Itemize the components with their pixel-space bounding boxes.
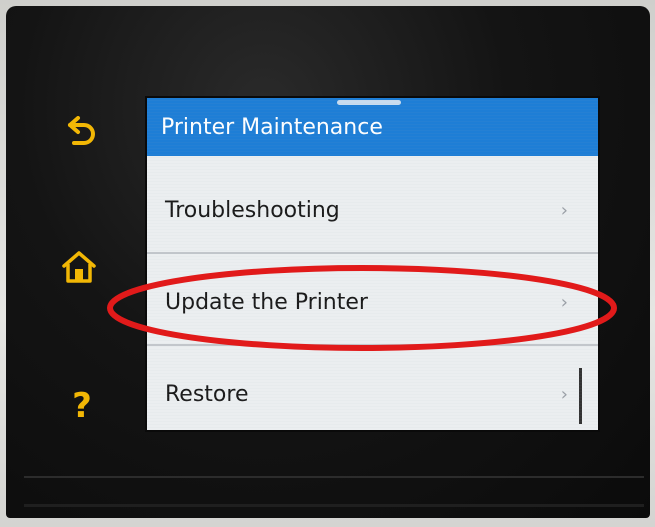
- chevron-right-icon: ›: [560, 383, 568, 405]
- back-arrow-icon: [68, 116, 95, 145]
- menu-item-label: Update the Printer: [165, 289, 368, 315]
- bezel-edge: [24, 476, 644, 507]
- touchscreen: Printer Maintenance Troubleshooting › Up…: [147, 98, 598, 430]
- title-bar: Printer Maintenance: [147, 98, 598, 156]
- menu-item-update-printer[interactable]: Update the Printer ›: [147, 258, 598, 346]
- help-button[interactable]: ?: [55, 379, 109, 433]
- menu-item-label: Troubleshooting: [165, 197, 340, 223]
- page-title: Printer Maintenance: [161, 114, 383, 140]
- chevron-right-icon: ›: [560, 199, 568, 221]
- menu-item-restore[interactable]: Restore ›: [147, 350, 598, 430]
- scrollbar[interactable]: [579, 368, 582, 424]
- home-button[interactable]: [52, 240, 106, 294]
- chevron-right-icon: ›: [560, 291, 568, 313]
- menu-item-label: Restore: [165, 381, 249, 407]
- back-button[interactable]: [54, 104, 108, 158]
- help-icon: ?: [72, 386, 92, 426]
- menu-item-troubleshooting[interactable]: Troubleshooting ›: [147, 166, 598, 254]
- divider: [147, 252, 598, 254]
- divider: [147, 344, 598, 346]
- drag-handle[interactable]: [337, 100, 401, 105]
- home-icon: [62, 251, 96, 283]
